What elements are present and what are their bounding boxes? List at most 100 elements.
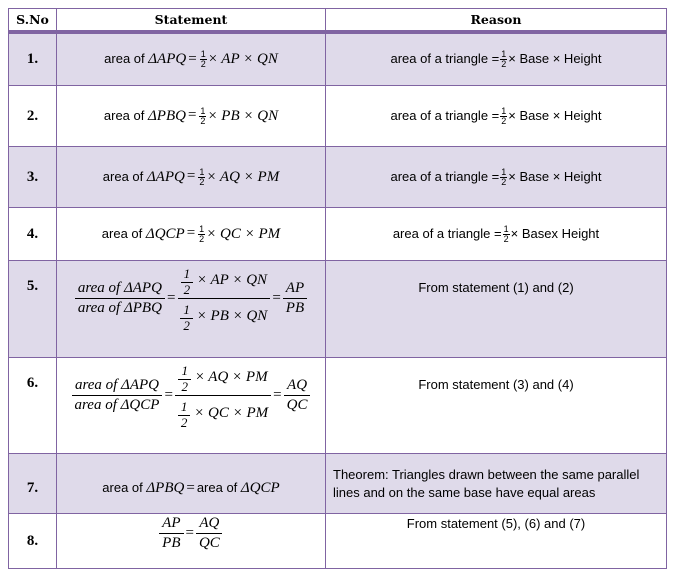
half-fraction: 12 <box>199 50 207 69</box>
numerator: AP <box>159 514 184 534</box>
numerator: 1 <box>199 105 207 117</box>
numerator: 1 <box>500 166 508 178</box>
half-den: 2 <box>180 415 188 430</box>
half-fraction: 12 <box>502 223 510 244</box>
statement-text: area of <box>102 480 147 495</box>
equals-sign: = <box>273 386 282 403</box>
compound-fraction: 12 × AQ × PM 1 2 × QC × PM <box>175 360 271 431</box>
header-row: S.No Statement Reason <box>8 8 667 34</box>
half-fraction: 12 <box>500 50 508 69</box>
half-den: 2 <box>183 282 191 297</box>
table-row: 6. area of ΔAPQ area of ΔQCP = 1 2 × AQ × PM… <box>8 357 667 454</box>
header-sno: S.No <box>8 8 57 34</box>
numerator: area of ΔAPQ <box>71 376 163 396</box>
half-fraction: 12 <box>180 301 193 332</box>
table-row: 4. area of ΔQCP = 1 2 × QC × PM area of a tr… <box>8 207 667 261</box>
numerator-terms: × AP × QN <box>196 271 268 288</box>
numerator-terms: × AQ × PM <box>194 368 268 385</box>
reason-text: area of a triangle = <box>390 107 500 123</box>
product-terms: × QC × PM <box>206 225 281 242</box>
header-statement: Statement <box>56 8 326 34</box>
reason-cell: area of a triangle = 1 2 × Base × Height <box>325 85 667 147</box>
denominator: 2 <box>501 115 507 126</box>
half-fraction: 12 <box>198 223 206 244</box>
ratio-fraction: AQ QC <box>196 514 223 553</box>
denominator: 12 × PB × QN <box>177 299 270 334</box>
reason-cell: area of a triangle = 1 2 × Basex Height <box>325 207 667 261</box>
reason-text: area of a triangle = <box>390 168 500 184</box>
equals-sign: = <box>186 480 195 496</box>
ratio-fraction: AP PB <box>159 514 184 553</box>
reason-text: × Base × Height <box>508 107 602 123</box>
half-num: 1 <box>180 301 193 319</box>
statement-cell: area of ΔAPQ area of ΔQCP = 1 2 × AQ × PM 1 2 … <box>56 357 326 454</box>
denominator: PB <box>285 300 305 316</box>
product-terms: × AQ × PM <box>206 168 280 185</box>
statement-text: area of <box>101 225 146 241</box>
half-num: 1 <box>180 265 194 283</box>
denominator-terms: × PB × QN <box>196 307 268 324</box>
triangle-label: ΔQCP <box>240 480 280 496</box>
row-number: 5. <box>8 260 57 358</box>
table-row: 5. area of ΔAPQ area of ΔPBQ = 1 2 × AP × QN… <box>8 260 667 358</box>
equals-sign: = <box>186 168 196 185</box>
statement-cell: area of ΔPBQ = area of ΔQCP <box>56 453 326 514</box>
equals-sign: = <box>164 386 173 403</box>
statement-cell: area of ΔPBQ = 1 2 × PB × QN <box>56 85 326 147</box>
reason-text: area of a triangle = <box>390 50 500 66</box>
denominator: 2 <box>200 59 206 69</box>
row-number: 4. <box>8 207 57 261</box>
area-ratio-fraction: area of ΔAPQ area of ΔPBQ <box>74 279 165 318</box>
reason-cell: area of a triangle = 1 2 × Base × Height <box>325 146 667 208</box>
statement-cell: area of ΔAPQ area of ΔPBQ = 1 2 × AP × QN 1 2 … <box>56 260 326 358</box>
half-fraction: 12 <box>180 265 194 297</box>
denominator: 2 <box>199 233 205 244</box>
denominator: PB <box>162 535 181 551</box>
half-fraction: 12 <box>500 105 508 126</box>
half-den: 2 <box>181 379 188 394</box>
compound-fraction: 12 × AP × QN 1 2 × PB × QN <box>177 263 271 334</box>
row-number: 1. <box>8 31 57 86</box>
numerator: 1 <box>198 223 206 235</box>
half-fraction: 12 <box>500 166 508 187</box>
denominator: 2 <box>200 115 206 126</box>
half-fraction: 12 <box>198 167 206 187</box>
half-fraction: 12 <box>178 362 191 393</box>
row-number: 3. <box>8 146 57 208</box>
statement-cell: area of ΔAPQ = 1 2 × AQ × PM <box>56 146 326 208</box>
equals-sign: = <box>186 225 196 242</box>
statement-cell: area of ΔAPQ = 1 2 × AP × QN <box>56 31 326 86</box>
reason-cell: area of a triangle = 1 2 × Base × Height <box>325 31 667 86</box>
numerator: 1 <box>502 223 510 235</box>
product-terms: × PB × QN <box>207 107 279 124</box>
equals-sign: = <box>187 107 197 124</box>
table-row: 2. area of ΔPBQ = 1 2 × PB × QN area of a tr… <box>8 85 667 147</box>
reason-text: × Basex Height <box>510 225 600 241</box>
statement-text: area of <box>103 107 148 123</box>
result-fraction: AP PB <box>282 279 308 318</box>
half-fraction: 12 <box>199 105 207 126</box>
denominator: 2 <box>501 176 507 187</box>
reason-cell: Theorem: Triangles drawn between the sam… <box>325 453 667 514</box>
header-reason: Reason <box>325 8 667 34</box>
half-fraction: 12 <box>177 398 191 430</box>
half-den: 2 <box>183 318 190 333</box>
half-num: 1 <box>178 362 191 380</box>
triangle-label: ΔQCP <box>145 225 185 242</box>
denominator: area of ΔPBQ <box>77 300 162 316</box>
reason-text: × Base × Height <box>508 50 602 66</box>
product-terms: × AP × QN <box>207 50 278 67</box>
denominator: area of ΔQCP <box>74 397 160 413</box>
reason-cell: From statement (5), (6) and (7) <box>325 513 667 569</box>
statement-text: area of <box>196 480 241 495</box>
denominator: 2 <box>503 233 509 244</box>
row-number: 6. <box>8 357 57 454</box>
statement-cell: area of ΔQCP = 1 2 × QC × PM <box>56 207 326 261</box>
numerator: 1 <box>500 105 508 117</box>
table-row: 7. area of ΔPBQ = area of ΔQCP Theorem: Tr… <box>8 453 667 514</box>
table-row: 1. area of ΔAPQ = 1 2 × AP × QN area of a tr… <box>8 31 667 86</box>
statement-cell: AP PB = AQ QC <box>56 513 326 569</box>
triangle-label: ΔAPQ <box>146 168 185 185</box>
equals-sign: = <box>166 289 176 306</box>
triangle-label: ΔPBQ <box>147 107 186 124</box>
